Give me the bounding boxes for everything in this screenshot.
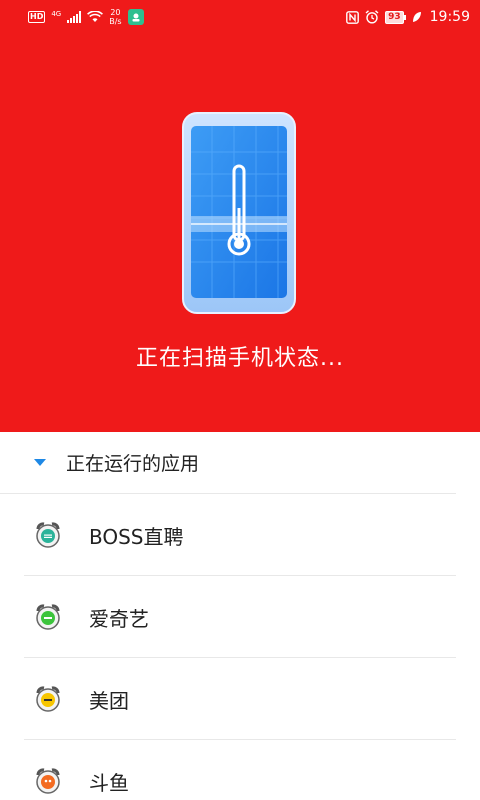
wifi-icon xyxy=(87,11,104,22)
signal-icon xyxy=(67,11,82,23)
running-apps-section-header[interactable]: 正在运行的应用 xyxy=(0,432,456,494)
phone-thermometer-icon xyxy=(182,112,296,314)
running-apps-list: 正在运行的应用 BOSS直聘 爱奇艺 美团 斗鱼 xyxy=(0,432,480,800)
notification-app-icon xyxy=(127,9,144,25)
caret-down-icon xyxy=(34,459,46,466)
network-speed: 20 B/s xyxy=(109,8,122,26)
list-item-iqiyi[interactable]: 爱奇艺 xyxy=(0,576,480,658)
list-item-boss[interactable]: BOSS直聘 xyxy=(0,494,480,576)
clock: 19:59 xyxy=(429,9,470,25)
app-name: 爱奇艺 xyxy=(89,606,149,631)
battery-icon: 93 xyxy=(385,10,406,24)
alarm-clock-app-icon xyxy=(36,686,60,712)
app-name: 斗鱼 xyxy=(89,770,129,795)
alarm-clock-app-icon xyxy=(36,522,60,548)
alarm-clock-app-icon xyxy=(36,768,60,794)
network-type: 4G xyxy=(51,10,62,18)
app-name: BOSS直聘 xyxy=(89,524,184,549)
list-item-douyu[interactable]: 斗鱼 xyxy=(0,740,480,800)
alarm-clock-app-icon xyxy=(36,604,60,630)
scan-header: 正在扫描手机状态... xyxy=(0,0,480,432)
nfc-icon xyxy=(346,10,360,24)
scan-status-text: 正在扫描手机状态... xyxy=(136,346,344,371)
list-item-meituan[interactable]: 美团 xyxy=(0,658,480,740)
charging-leaf-icon xyxy=(412,12,421,22)
hd-icon: HD xyxy=(28,11,46,23)
alarm-icon xyxy=(365,10,379,24)
app-name: 美团 xyxy=(89,688,129,713)
section-title: 正在运行的应用 xyxy=(66,453,200,475)
status-bar: HD 4G 20 B/s 93 19:59 xyxy=(0,0,480,34)
